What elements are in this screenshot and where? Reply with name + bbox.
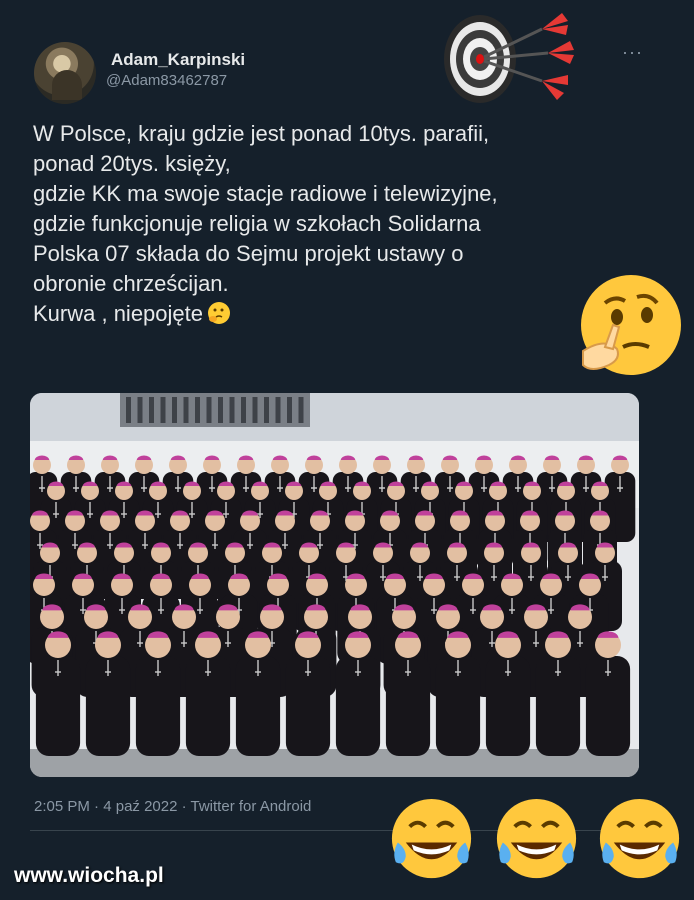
dartboard-icon — [444, 13, 574, 103]
thinking-face-icon — [208, 302, 230, 324]
tweet-time[interactable]: 2:05 PM — [34, 798, 90, 815]
tweet-date[interactable]: 4 paź 2022 — [90, 798, 178, 815]
group-photo — [30, 393, 639, 777]
tweet-text-line: Kurwa , niepojęte — [33, 301, 203, 326]
tweet-text-line: gdzie KK ma swoje stacje radiowe i telew… — [33, 181, 498, 206]
laughing-crying-face-icon — [496, 798, 577, 879]
avatar[interactable] — [34, 42, 96, 104]
laughing-crying-face-icon — [599, 798, 680, 879]
thinking-face-icon — [581, 275, 681, 375]
watermark: www.wiocha.pl — [14, 864, 164, 887]
more-dots-icon[interactable]: ··· — [622, 42, 643, 63]
attached-photo[interactable] — [30, 393, 639, 777]
tweet-card: Adam_Karpinski @Adam83462787 ··· W Polsc… — [0, 0, 694, 900]
author-handle[interactable]: @Adam83462787 — [106, 72, 227, 89]
tweet-text-line: Polska 07 składa do Sejmu projekt ustawy… — [33, 241, 464, 266]
laughing-crying-face-icon — [391, 798, 472, 879]
tweet-text-line: W Polsce, kraju gdzie jest ponad 10tys. … — [33, 121, 490, 146]
tweet-text-line: gdzie funkcjonuje religia w szkołach Sol… — [33, 211, 481, 236]
tweet-meta: 2:05 PM4 paź 2022Twitter for Android — [34, 798, 311, 815]
author-name[interactable]: Adam_Karpinski — [111, 50, 245, 70]
tweet-client[interactable]: Twitter for Android — [177, 798, 311, 815]
tweet-text-line: ponad 20tys. księży, — [33, 151, 231, 176]
